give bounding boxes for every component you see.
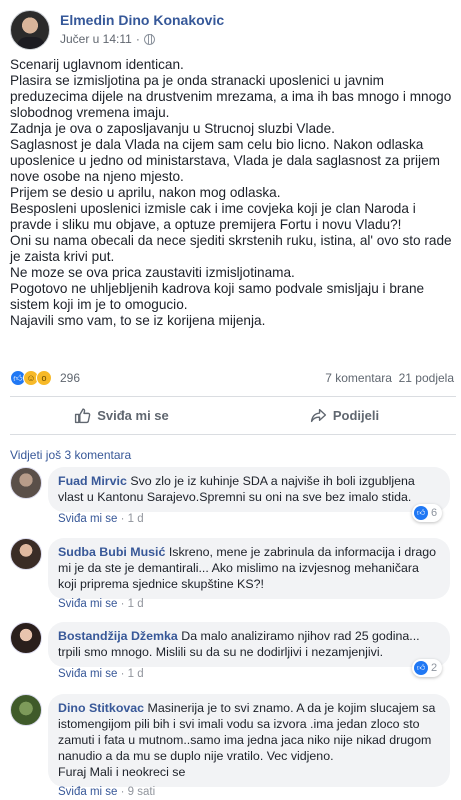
commenter-avatar[interactable] xyxy=(10,538,42,570)
globe-icon xyxy=(143,33,155,45)
comment-like-link[interactable]: Sviđa mi se xyxy=(58,786,117,798)
share-button[interactable]: Podijeli xyxy=(233,398,456,432)
reaction-count[interactable]: 296 xyxy=(60,371,80,385)
commenter-name[interactable]: Bostandžija Džemka xyxy=(58,629,178,643)
comments-count[interactable]: 7 komentara xyxy=(325,371,392,385)
post-paragraph: Pogotovo ne uhljebljenih kadrova koji sa… xyxy=(10,281,425,312)
post-paragraph: Ne moze se ova prica zaustaviti izmisljo… xyxy=(10,265,295,280)
author-avatar[interactable] xyxy=(10,10,50,50)
share-button-label: Podijeli xyxy=(332,407,380,423)
post-meta: Jučer u 14:11 · xyxy=(60,32,155,46)
post-header: Elmedin Dino Konakovic Jučer u 14:11 · xyxy=(10,8,450,52)
commenter-avatar[interactable] xyxy=(10,694,42,726)
post-paragraph: Plasira se izmisljotina pa je onda stran… xyxy=(10,73,452,120)
comment-like-link[interactable]: Sviđa mi se xyxy=(58,668,117,680)
post-actions: Sviđa mi se Podijeli xyxy=(10,398,456,432)
like-button[interactable]: Sviđa mi se xyxy=(10,398,233,432)
post-paragraph: Scenarij uglavnom identican. xyxy=(10,57,184,72)
comment-footer: Sviđa mi se · 1 d xyxy=(58,668,144,680)
like-button-label: Sviđa mi se xyxy=(97,407,169,423)
comment-footer: Sviđa mi se · 1 d xyxy=(58,598,144,610)
author-name[interactable]: Elmedin Dino Konakovic xyxy=(60,12,224,28)
commenter-name[interactable]: Dino Stitkovac xyxy=(58,701,144,715)
post-paragraph: Oni su nama obecali da nece sjediti skrs… xyxy=(10,233,452,264)
comment-time[interactable]: 1 d xyxy=(128,513,144,525)
comment-text-line2: Furaj Mali i neokreci se xyxy=(58,765,186,779)
comment-bubble: Dino Stitkovac Masinerija je to svi znam… xyxy=(48,694,450,787)
post-paragraph: Besposleni uposlenici izmisle cak i ime … xyxy=(10,201,416,232)
share-arrow-icon xyxy=(310,408,326,422)
thumbs-up-icon xyxy=(75,407,91,423)
post-timestamp[interactable]: Jučer u 14:11 xyxy=(60,32,132,46)
comment-reaction-count: 6 xyxy=(431,507,438,519)
post-body: Scenarij uglavnom identican. Plasira se … xyxy=(10,57,456,329)
comment-bubble: Fuad Mirvic Svo zlo je iz kuhinje SDA a … xyxy=(48,467,450,512)
post-paragraph: Najavili smo vam, to se iz korijena mije… xyxy=(10,313,266,328)
reaction-icons[interactable]: 👍︎ ☺ o xyxy=(10,370,52,386)
like-reaction-icon: 👍︎ xyxy=(414,661,428,675)
commenter-name[interactable]: Fuad Mirvic xyxy=(58,474,127,488)
comment-reaction-badge[interactable]: 👍︎ 2 xyxy=(412,659,443,677)
comment-time[interactable]: 1 d xyxy=(128,598,144,610)
comment-bubble: Sudba Bubi Musić Iskreno, mene je zabrin… xyxy=(48,538,450,599)
view-more-comments-link[interactable]: Vidjeti još 3 komentara xyxy=(10,448,131,462)
shares-count[interactable]: 21 podjela xyxy=(399,371,454,385)
commenter-avatar[interactable] xyxy=(10,622,42,654)
comment-time[interactable]: 1 d xyxy=(128,668,144,680)
meta-separator: · xyxy=(135,32,140,46)
comment-like-link[interactable]: Sviđa mi se xyxy=(58,513,117,525)
comment-footer: Sviđa mi se · 9 sati xyxy=(58,786,156,798)
reactions-bar: 👍︎ ☺ o 296 7 komentara 21 podjela xyxy=(10,370,456,388)
post-paragraph: Zadnja je ova o zaposljavanju u Strucnoj… xyxy=(10,121,335,136)
post-paragraph: Saglasnost je dala Vlada na cijem sam ce… xyxy=(10,137,440,184)
wow-reaction-icon: o xyxy=(36,370,52,386)
engagement-counts: 7 komentara 21 podjela xyxy=(325,371,454,385)
comment-like-link[interactable]: Sviđa mi se xyxy=(58,598,117,610)
post-paragraph: Prijem se desio u aprilu, nakon mog odla… xyxy=(10,185,281,200)
divider xyxy=(10,396,456,397)
comment-footer: Sviđa mi se · 1 d xyxy=(58,513,144,525)
comment-bubble: Bostandžija Džemka Da malo analiziramo n… xyxy=(48,622,450,667)
comment-time[interactable]: 9 sati xyxy=(128,786,156,798)
comment-reaction-count: 2 xyxy=(431,662,438,674)
comment-reaction-badge[interactable]: 👍︎ 6 xyxy=(412,504,443,522)
commenter-avatar[interactable] xyxy=(10,467,42,499)
commenter-name[interactable]: Sudba Bubi Musić xyxy=(58,545,165,559)
divider xyxy=(10,434,456,435)
like-reaction-icon: 👍︎ xyxy=(414,506,428,520)
